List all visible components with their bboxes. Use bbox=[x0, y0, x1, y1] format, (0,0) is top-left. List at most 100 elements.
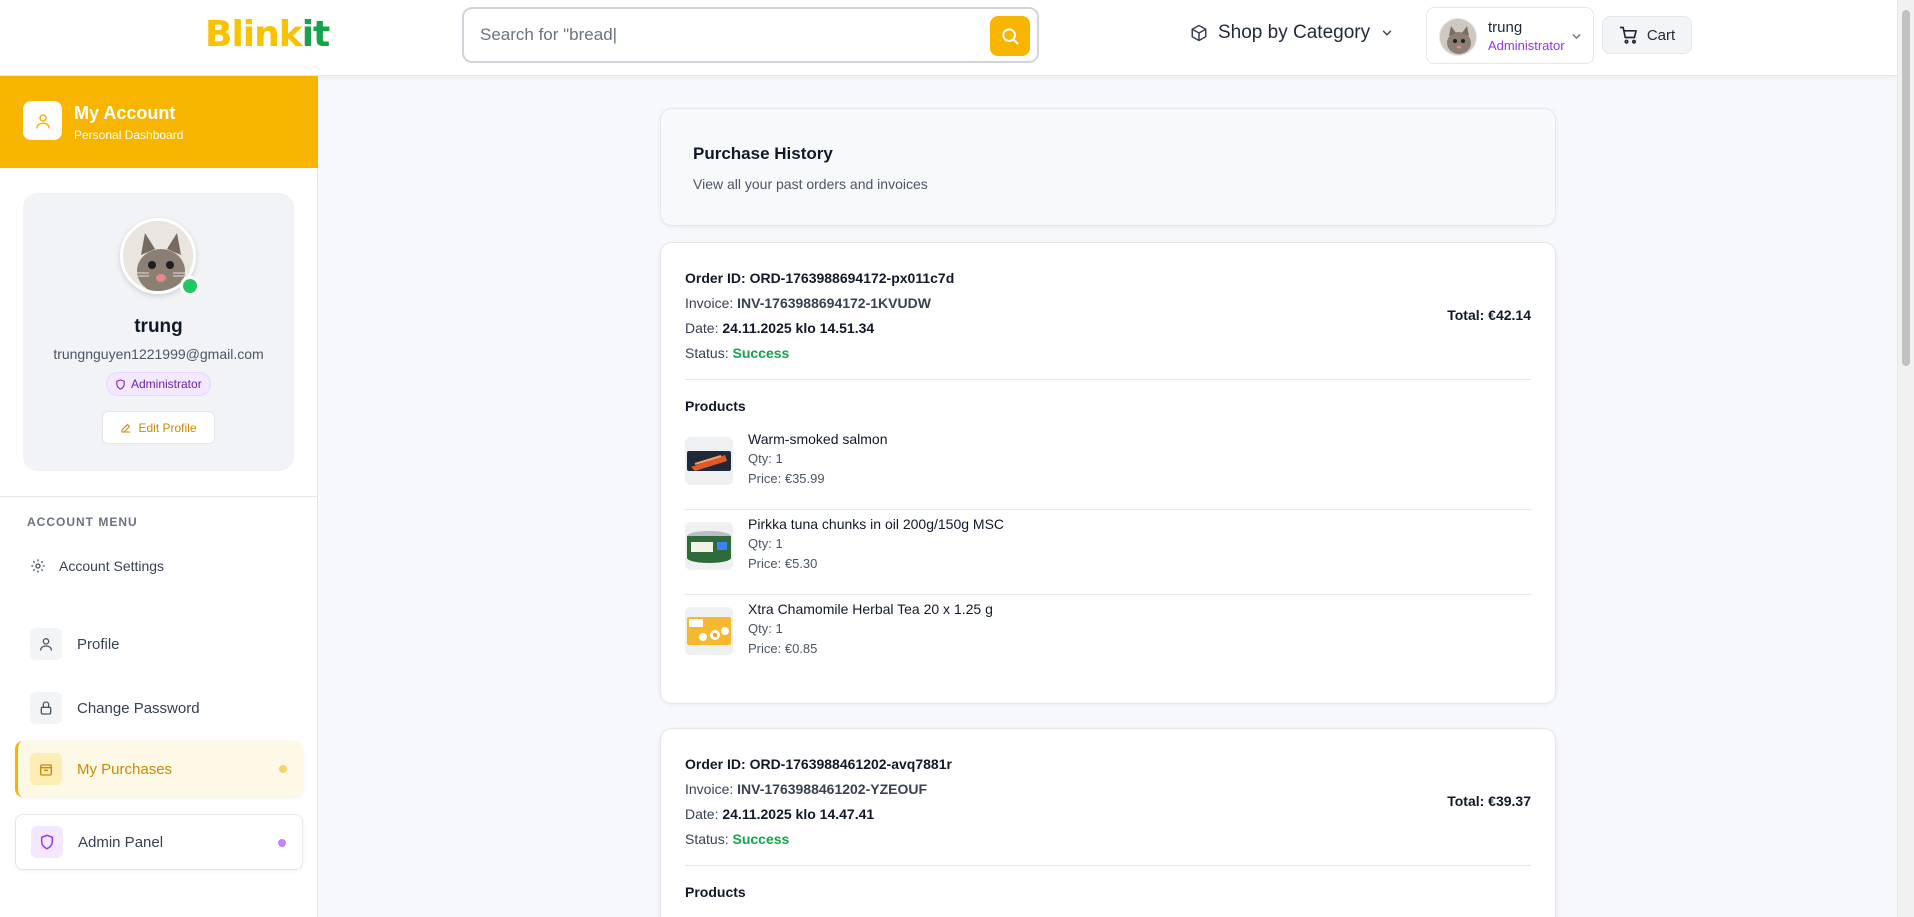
status-value: Success bbox=[732, 831, 790, 847]
user-icon bbox=[30, 628, 62, 660]
chevron-down-icon bbox=[1572, 34, 1581, 40]
edit-profile-button[interactable]: Edit Profile bbox=[102, 411, 215, 444]
product-qty: Qty: 1 bbox=[748, 536, 783, 551]
account-header: My Account Personal Dashboard bbox=[0, 76, 318, 168]
user-role: Administrator bbox=[1488, 38, 1565, 53]
account-subtitle: Personal Dashboard bbox=[74, 128, 184, 142]
profile-email: trungnguyen1221999@gmail.com bbox=[53, 346, 264, 362]
order-id: Order ID: ORD-1763988694172-px011c7d bbox=[685, 270, 955, 286]
products-heading: Products bbox=[685, 398, 746, 414]
chevron-down-icon bbox=[1382, 30, 1392, 36]
invoice-label: Invoice: bbox=[685, 295, 734, 311]
gear-icon bbox=[31, 559, 45, 573]
active-indicator-dot bbox=[279, 765, 287, 773]
lock-icon bbox=[30, 692, 62, 724]
product-item: Pirkka tuna chunks in oil 200g/150g MSC … bbox=[685, 510, 1531, 595]
order-status: Status: Success bbox=[685, 831, 789, 847]
product-name: Pirkka tuna chunks in oil 200g/150g MSC bbox=[748, 516, 1005, 532]
logo-text-part1: Blink bbox=[205, 14, 303, 55]
admin-indicator-dot bbox=[278, 839, 286, 847]
order-status: Status: Success bbox=[685, 345, 789, 361]
sidebar-item-admin-panel[interactable]: Admin Panel bbox=[15, 814, 303, 870]
product-name: Xtra Chamomile Herbal Tea 20 x 1.25 g bbox=[748, 601, 993, 617]
order-id: Order ID: ORD-1763988461202-avq7881r bbox=[685, 756, 952, 772]
search-input[interactable] bbox=[480, 23, 960, 47]
invoice-label: Invoice: bbox=[685, 781, 734, 797]
order-invoice: Invoice: INV-1763988461202-YZEOUF bbox=[685, 781, 927, 797]
cart-button[interactable]: Cart bbox=[1602, 16, 1692, 54]
date-value: 24.11.2025 klo 14.51.34 bbox=[722, 320, 875, 336]
product-qty: Qty: 1 bbox=[748, 621, 783, 636]
date-value: 24.11.2025 klo 14.47.41 bbox=[722, 806, 875, 822]
sidebar-item-profile[interactable]: Profile bbox=[15, 616, 303, 672]
search-button[interactable] bbox=[990, 16, 1030, 56]
shop-by-category-label: Shop by Category bbox=[1218, 22, 1371, 43]
edit-profile-label: Edit Profile bbox=[138, 420, 197, 435]
cart-label: Cart bbox=[1646, 26, 1676, 44]
product-qty: Qty: 1 bbox=[748, 451, 783, 466]
profile-name: trung bbox=[134, 316, 183, 337]
avatar bbox=[1439, 18, 1477, 56]
role-badge: Administrator bbox=[106, 372, 211, 396]
date-label: Date: bbox=[685, 320, 719, 336]
user-menu[interactable]: trung Administrator bbox=[1426, 7, 1594, 64]
order-invoice: Invoice: INV-1763988694172-1KVUDW bbox=[685, 295, 931, 311]
cart-icon bbox=[1619, 26, 1637, 44]
user-name: trung bbox=[1488, 19, 1523, 36]
sidebar-item-label: Admin Panel bbox=[78, 833, 164, 851]
pencil-icon bbox=[121, 423, 132, 433]
order-total: Total: €39.37 bbox=[1447, 793, 1531, 809]
order-divider bbox=[685, 379, 1531, 380]
order-date: Date: 24.11.2025 klo 14.51.34 bbox=[685, 320, 874, 336]
blinkit-logo[interactable]: Blinkit bbox=[205, 14, 331, 55]
product-image bbox=[685, 437, 733, 485]
account-sidebar: My Account Personal Dashboard trung trun… bbox=[0, 76, 318, 917]
product-name: Warm-smoked salmon bbox=[748, 431, 888, 447]
account-title: My Account bbox=[74, 103, 176, 123]
role-badge-label: Administrator bbox=[131, 377, 202, 391]
product-item: Xtra Chamomile Herbal Tea 20 x 1.25 g Qt… bbox=[685, 595, 1531, 680]
account-settings-label: Account Settings bbox=[59, 558, 165, 574]
status-label: Status: bbox=[685, 345, 729, 361]
sidebar-divider bbox=[0, 496, 318, 497]
search-icon bbox=[1002, 28, 1019, 45]
search-bar bbox=[462, 7, 1039, 63]
status-value: Success bbox=[732, 345, 790, 361]
product-price: Price: €0.85 bbox=[748, 641, 818, 656]
page-title: Purchase History bbox=[693, 144, 833, 163]
invoice-number: INV-1763988694172-1KVUDW bbox=[737, 295, 931, 311]
product-price: Price: €35.99 bbox=[748, 471, 825, 486]
product-image bbox=[685, 522, 733, 570]
sidebar-item-label: Profile bbox=[77, 635, 120, 653]
sidebar-item-my-purchases[interactable]: My Purchases bbox=[15, 741, 303, 797]
sidebar-item-change-password[interactable]: Change Password bbox=[15, 680, 303, 736]
scrollbar-thumb[interactable] bbox=[1902, 10, 1910, 366]
products-heading: Products bbox=[685, 884, 746, 900]
order-card: Order ID: ORD-1763988694172-px011c7d Inv… bbox=[660, 242, 1556, 704]
product-item: Warm-smoked salmon Qty: 1 Price: €35.99 bbox=[685, 425, 1531, 510]
sidebar-item-label: Change Password bbox=[77, 699, 200, 717]
product-price: Price: €5.30 bbox=[748, 556, 818, 571]
account-settings-link[interactable]: Account Settings bbox=[30, 558, 164, 574]
profile-card: trung trungnguyen1221999@gmail.com Admin… bbox=[23, 193, 294, 471]
bag-icon bbox=[30, 753, 62, 785]
logo-text-part2: it bbox=[301, 14, 331, 55]
order-date: Date: 24.11.2025 klo 14.47.41 bbox=[685, 806, 874, 822]
status-label: Status: bbox=[685, 831, 729, 847]
page-subtitle: View all your past orders and invoices bbox=[693, 176, 928, 192]
top-header: Blinkit Shop by Category trung Administr… bbox=[0, 0, 1897, 76]
page-scrollbar[interactable] bbox=[1897, 0, 1914, 917]
user-icon bbox=[35, 113, 50, 128]
invoice-number: INV-1763988461202-YZEOUF bbox=[737, 781, 928, 797]
shield-icon bbox=[116, 378, 125, 390]
account-header-icon bbox=[23, 101, 62, 140]
order-card: Order ID: ORD-1763988461202-avq7881r Inv… bbox=[660, 728, 1556, 917]
date-label: Date: bbox=[685, 806, 719, 822]
shop-by-category-dropdown[interactable]: Shop by Category bbox=[1190, 22, 1394, 44]
purchase-history-header: Purchase History View all your past orde… bbox=[660, 108, 1556, 226]
account-menu-title: ACCOUNT MENU bbox=[27, 515, 138, 529]
box-icon bbox=[1191, 24, 1207, 42]
order-total: Total: €42.14 bbox=[1447, 307, 1531, 323]
product-image bbox=[685, 607, 733, 655]
sidebar-item-label: My Purchases bbox=[77, 760, 173, 778]
